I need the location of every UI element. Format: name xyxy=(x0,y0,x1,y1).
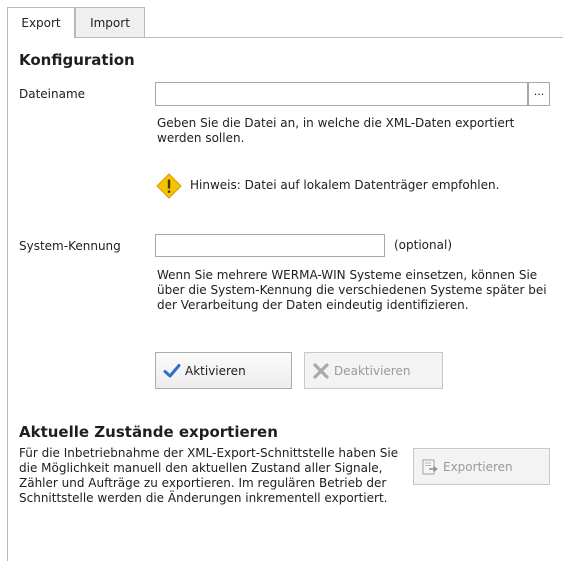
export-button-label: Exportieren xyxy=(443,459,513,474)
export-description-text: Für die Inbetriebnahme der XML-Export-Sc… xyxy=(19,446,399,505)
filename-help-text: Geben Sie die Datei an, in welche die XM… xyxy=(157,116,515,145)
filename-input[interactable] xyxy=(155,82,528,106)
deactivate-button-label: Deaktivieren xyxy=(334,363,411,378)
checkmark-icon xyxy=(163,363,181,377)
tab-export[interactable]: Export xyxy=(7,7,75,38)
cross-icon xyxy=(313,362,329,379)
section-title-konfiguration: Konfiguration xyxy=(19,51,135,69)
activate-button[interactable]: Aktivieren xyxy=(155,352,292,389)
filename-label: Dateiname xyxy=(19,87,86,101)
system-id-help-text: Wenn Sie mehrere WERMA-WIN Systeme einse… xyxy=(157,268,547,312)
system-id-input[interactable] xyxy=(155,234,385,257)
activate-button-label: Aktivieren xyxy=(185,363,246,378)
browse-button[interactable]: ··· xyxy=(528,82,550,106)
deactivate-button[interactable]: Deaktivieren xyxy=(304,352,443,389)
browse-button-label: ··· xyxy=(533,87,545,101)
section-title-export-states: Aktuelle Zustände exportieren xyxy=(19,423,278,441)
tab-import-label: Import xyxy=(90,15,130,30)
optional-label: (optional) xyxy=(394,238,452,252)
export-button[interactable]: Exportieren xyxy=(413,448,550,485)
tab-strip: Export Import xyxy=(7,7,563,38)
export-document-icon xyxy=(422,459,438,474)
system-id-label: System-Kennung xyxy=(19,239,121,253)
warning-icon xyxy=(156,173,182,199)
hint-text: Hinweis: Datei auf lokalem Datenträger e… xyxy=(190,178,500,192)
tab-export-label: Export xyxy=(21,16,61,30)
tab-import[interactable]: Import xyxy=(75,7,145,37)
